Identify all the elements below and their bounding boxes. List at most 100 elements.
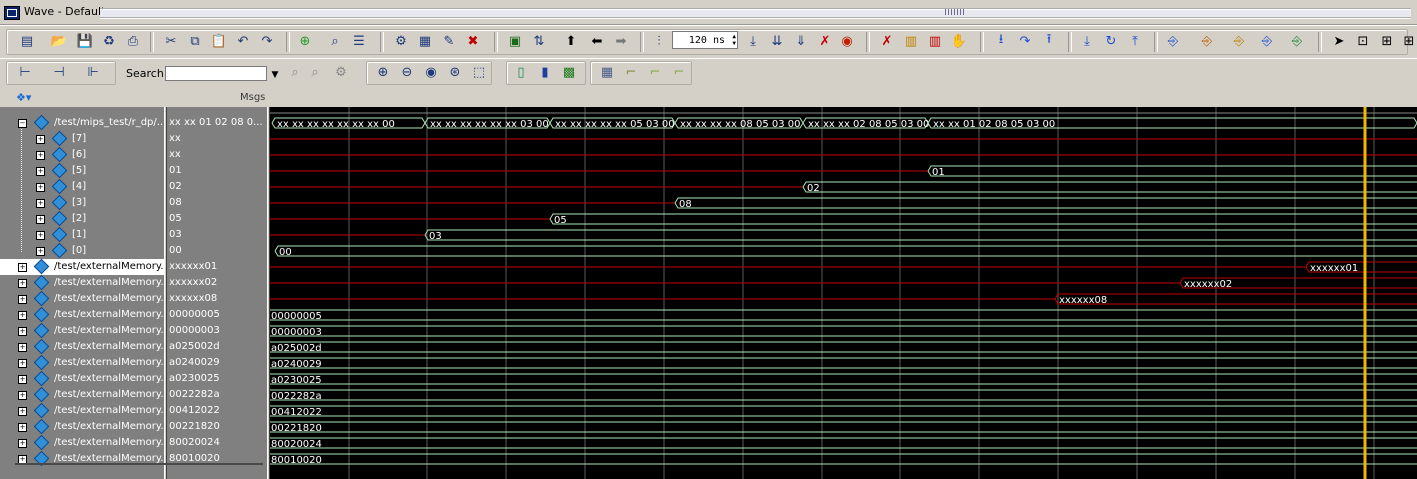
signal-row[interactable]: + /test/externalMemory...	[0, 338, 170, 355]
signal-row[interactable]: + /test/externalMemory...	[0, 434, 170, 451]
signal-row[interactable]: + /test/externalMemory...	[0, 418, 170, 435]
compile-icon[interactable]: ⚙	[392, 32, 410, 50]
find-next-icon[interactable]: ⌕	[306, 63, 324, 81]
signal-row[interactable]: + /test/externalMemory...	[0, 402, 170, 419]
edit-mode-icon[interactable]: ⊞	[1378, 32, 1396, 50]
expand-icon[interactable]: +	[18, 423, 27, 432]
signal-row-bit[interactable]: + [4]	[0, 178, 164, 195]
signal-row[interactable]: + /test/externalMemory...	[0, 370, 170, 387]
insert-divider-icon[interactable]: ⊢	[16, 63, 34, 81]
back-icon[interactable]: ⬅	[588, 32, 606, 50]
zoom-cursor-icon[interactable]: ⊛	[446, 63, 464, 81]
break-icon[interactable]: ✎	[440, 32, 458, 50]
wave-view-icon[interactable]: ▯	[512, 63, 530, 81]
expand-icon[interactable]: +	[36, 215, 45, 224]
break-run-icon[interactable]: ✗	[816, 32, 834, 50]
expand-icon[interactable]: +	[18, 343, 27, 352]
hand-icon[interactable]: ✋	[950, 32, 968, 50]
copy-icon[interactable]: ⧉	[186, 32, 204, 50]
expand-icon[interactable]: +	[18, 295, 27, 304]
expand-icon[interactable]: +	[36, 151, 45, 160]
undo-icon[interactable]: ↶	[234, 32, 252, 50]
signal-row-bit[interactable]: + [1]	[0, 226, 164, 243]
expand-icon[interactable]: +	[18, 279, 27, 288]
save-icon[interactable]: 💾	[76, 32, 94, 50]
collapse-icon[interactable]: −	[18, 119, 27, 128]
expand-icon[interactable]: +	[18, 375, 27, 384]
signal-row-bit[interactable]: + [0]	[0, 242, 164, 259]
expand-icon[interactable]: +	[18, 359, 27, 368]
format-icon[interactable]: ☰	[350, 32, 368, 50]
zoom-in-icon[interactable]: ⊕	[374, 63, 392, 81]
open-icon[interactable]: 📂	[50, 32, 68, 50]
edge-fall-icon[interactable]: ⌐	[646, 63, 664, 81]
step-out-icon[interactable]: ⭱	[1040, 32, 1058, 50]
chart-icon[interactable]: ▥	[902, 32, 920, 50]
cursor-mode-icon[interactable]: ⎆	[1258, 32, 1276, 50]
expand-icon[interactable]: +	[36, 231, 45, 240]
expand-icon[interactable]: +	[18, 391, 27, 400]
expand-icon[interactable]: +	[18, 439, 27, 448]
signal-row[interactable]: − /test/mips_test/r_dp/...	[0, 114, 166, 131]
prev-edge-icon[interactable]: ⤒	[1126, 32, 1144, 50]
expand-icon[interactable]: +	[18, 407, 27, 416]
signal-row-bit[interactable]: + [7]	[0, 130, 164, 147]
insert-break-icon[interactable]: ⊣	[50, 63, 68, 81]
find-icon[interactable]: ⌕	[326, 32, 344, 50]
waveform-pane[interactable]: xx xx xx xx xx xx xx 00 xx xx xx xx xx xx…	[270, 107, 1417, 479]
signal-row[interactable]: + /test/externalMemory...	[0, 306, 170, 323]
new-group-icon[interactable]: ⊩	[84, 63, 102, 81]
lock-cursor-icon[interactable]: ⎆	[1230, 32, 1248, 50]
new-icon[interactable]: ▤	[18, 32, 36, 50]
run-length-spinbox[interactable]: 120 ns ▲ ▼	[672, 31, 738, 49]
cut-icon[interactable]: ✂	[162, 32, 180, 50]
insert-cursor-icon[interactable]: ⎆	[1164, 32, 1182, 50]
name-scrollbar[interactable]	[15, 463, 263, 465]
expand-icon[interactable]: +	[36, 247, 45, 256]
expand-icon[interactable]: +	[36, 199, 45, 208]
search-input[interactable]	[165, 66, 267, 81]
signal-row[interactable]: + /test/externalMemory...	[0, 322, 170, 339]
signal-row-bit[interactable]: + [5]	[0, 162, 164, 179]
step-icon[interactable]: ⇅	[530, 32, 548, 50]
step-over-icon[interactable]: ↷	[1016, 32, 1034, 50]
list-view-icon[interactable]: ▮	[536, 63, 554, 81]
expand-icon[interactable]: +	[36, 183, 45, 192]
dataflow-icon[interactable]: ▩	[560, 63, 578, 81]
simulate-icon[interactable]: ▦	[416, 32, 434, 50]
signal-row-bit[interactable]: + [6]	[0, 146, 164, 163]
run-icon[interactable]: ⤓	[744, 32, 762, 50]
expand-icon[interactable]: +	[36, 167, 45, 176]
zoom-full-icon[interactable]: ◉	[422, 63, 440, 81]
stop-icon[interactable]: ✖	[464, 32, 482, 50]
expand-icon[interactable]: +	[18, 311, 27, 320]
find-options-icon[interactable]: ⚙	[332, 63, 350, 81]
delete-cursor-icon[interactable]: ⎆	[1198, 32, 1216, 50]
signal-row[interactable]: + /test/externalMemory...	[0, 258, 170, 275]
expand-icon[interactable]: +	[18, 327, 27, 336]
clear-icon[interactable]: ✗	[878, 32, 896, 50]
time-step-icon[interactable]: ⫶	[650, 32, 668, 50]
zoom-range-icon[interactable]: ⬚	[470, 63, 488, 81]
next-edge-icon[interactable]: ⤓	[1078, 32, 1096, 50]
step-into-icon[interactable]: ⭳	[992, 32, 1010, 50]
grid-icon[interactable]: ▦	[598, 63, 616, 81]
signal-row[interactable]: + /test/externalMemory...	[0, 290, 170, 307]
up-icon[interactable]: ⬆	[562, 32, 580, 50]
search-dropdown-icon[interactable]: ▼	[268, 68, 282, 82]
expand-icon[interactable]: +	[36, 135, 45, 144]
signal-row[interactable]: + /test/externalMemory...	[0, 354, 170, 371]
run-all-icon[interactable]: ⇊	[768, 32, 786, 50]
print-icon[interactable]: ⎙	[124, 32, 142, 50]
bars-icon[interactable]: ▥	[926, 32, 944, 50]
select-mode-icon[interactable]: ➤	[1330, 32, 1348, 50]
add-icon[interactable]: ⊕	[296, 32, 314, 50]
group-icon[interactable]: ⎆	[1288, 32, 1306, 50]
stop-run-icon[interactable]: ◉	[838, 32, 856, 50]
zoom-mode-icon[interactable]: ⊡	[1354, 32, 1372, 50]
next-transition-icon[interactable]: ↻	[1102, 32, 1120, 50]
expand-icon[interactable]: +	[18, 263, 27, 272]
signal-row-bit[interactable]: + [3]	[0, 194, 164, 211]
header-options-icon[interactable]: ❖▾	[16, 91, 31, 104]
find-prev-icon[interactable]: ⌕	[286, 63, 304, 81]
